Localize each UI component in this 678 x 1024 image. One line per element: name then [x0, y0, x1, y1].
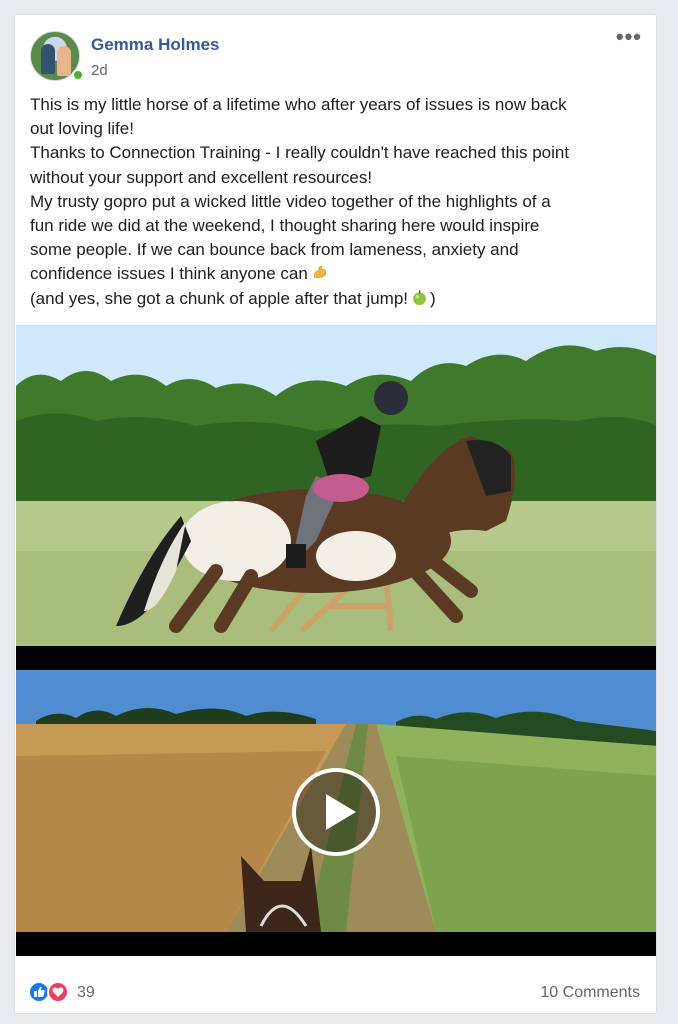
post-text-line: out loving life! — [30, 119, 134, 139]
post-text-line: some people. If we can bounce back from … — [30, 240, 519, 260]
author-name[interactable]: Gemma Holmes — [91, 35, 220, 55]
post-text-span: (and yes, she got a chunk of apple after… — [30, 288, 409, 308]
post-text-span: confidence issues I think anyone can — [30, 264, 308, 284]
post-media[interactable] — [16, 325, 656, 956]
avatar-figure — [41, 44, 55, 74]
post-text-span: ) — [430, 288, 436, 308]
more-options-icon[interactable]: ••• — [616, 26, 642, 48]
post-text-line: Thanks to Connection Training - I really… — [30, 143, 570, 163]
media-collage — [16, 326, 656, 956]
post-text-line: (and yes, she got a chunk of apple after… — [30, 287, 645, 311]
play-button-icon[interactable] — [290, 766, 382, 858]
online-status-icon — [72, 69, 84, 81]
post-text-line: This is my little horse of a lifetime wh… — [30, 95, 567, 114]
horse-jump-photo — [16, 326, 656, 646]
post-text-line: confidence issues I think anyone can — [30, 262, 645, 286]
post-text-line: without your support and excellent resou… — [30, 167, 373, 187]
post-text-line: My trusty gopro put a wicked little vide… — [30, 191, 551, 211]
post-header: Gemma Holmes 2d ••• — [15, 15, 656, 85]
post-text-line: fun ride we did at the weekend, I though… — [30, 216, 540, 236]
flexed-biceps-icon — [313, 266, 326, 279]
reaction-count[interactable]: 39 — [77, 984, 95, 1002]
post-footer: 39 10 Comments — [15, 965, 656, 1013]
post-body: This is my little horse of a lifetime wh… — [30, 93, 645, 311]
green-apple-icon — [413, 289, 426, 305]
love-reaction-icon[interactable] — [47, 981, 69, 1003]
avatar-figure — [57, 46, 71, 76]
post-card: Gemma Holmes 2d ••• This is my little ho… — [14, 14, 657, 1014]
comments-count-link[interactable]: 10 Comments — [540, 984, 640, 1002]
post-timestamp[interactable]: 2d — [91, 62, 108, 79]
